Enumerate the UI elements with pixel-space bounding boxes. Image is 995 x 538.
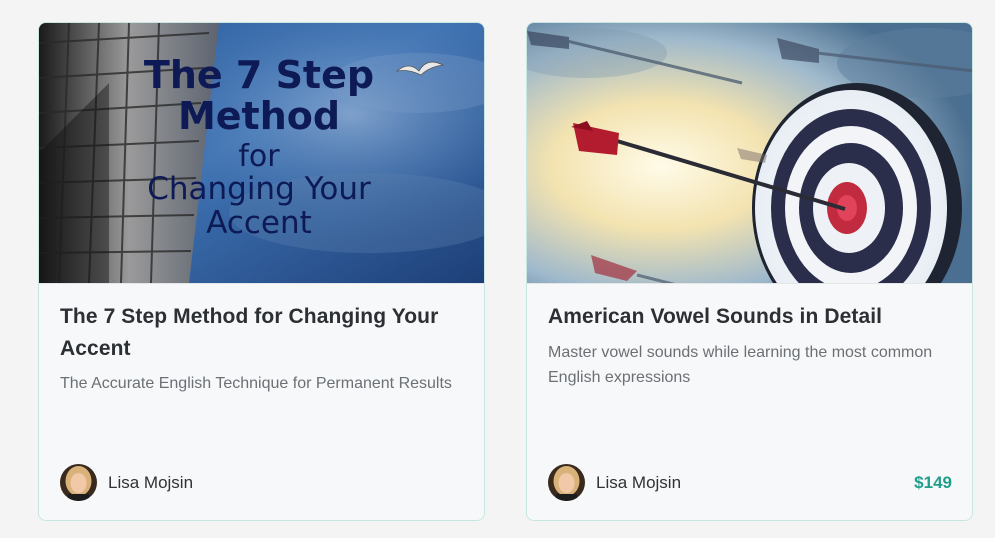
thumbnail-line: The 7 Step: [143, 53, 375, 97]
course-thumbnail[interactable]: The 7 Step Method for Changing Your Acce…: [39, 23, 484, 284]
author-name: Lisa Mojsin: [596, 473, 682, 492]
course-card-7-step-method[interactable]: The 7 Step Method for Changing Your Acce…: [38, 22, 485, 521]
author-name: Lisa Mojsin: [108, 473, 194, 492]
course-card-footer: Lisa Mojsin: [60, 464, 464, 502]
course-card-american-vowel-sounds[interactable]: American Vowel Sounds in Detail Master v…: [526, 22, 973, 521]
course-subtitle: The Accurate English Technique for Perma…: [60, 375, 452, 392]
thumbnail-line: Changing Your: [147, 171, 371, 208]
course-thumbnail[interactable]: [527, 23, 972, 284]
author-avatar: [548, 464, 585, 501]
course-price: $149: [914, 473, 952, 492]
course-card-body: The 7 Step Method for Changing Your Acce…: [60, 301, 464, 396]
thumbnail-title-text: The 7 Step Method for Changing Your Acce…: [99, 53, 419, 241]
course-card-body: American Vowel Sounds in Detail Master v…: [548, 301, 952, 390]
course-title[interactable]: The 7 Step Method for Changing Your Acce…: [60, 301, 464, 365]
course-title[interactable]: American Vowel Sounds in Detail: [548, 301, 952, 333]
thumbnail-line: Accent: [206, 204, 312, 241]
target-arrows-image: [527, 23, 972, 283]
author-avatar: [60, 464, 97, 501]
course-grid: The 7 Step Method for Changing Your Acce…: [0, 0, 995, 538]
thumbnail-line: for: [238, 139, 280, 175]
course-card-footer: Lisa Mojsin $149: [548, 464, 952, 502]
thumbnail-line: Method: [177, 94, 341, 139]
course-subtitle: Master vowel sounds while learning the m…: [548, 344, 933, 386]
